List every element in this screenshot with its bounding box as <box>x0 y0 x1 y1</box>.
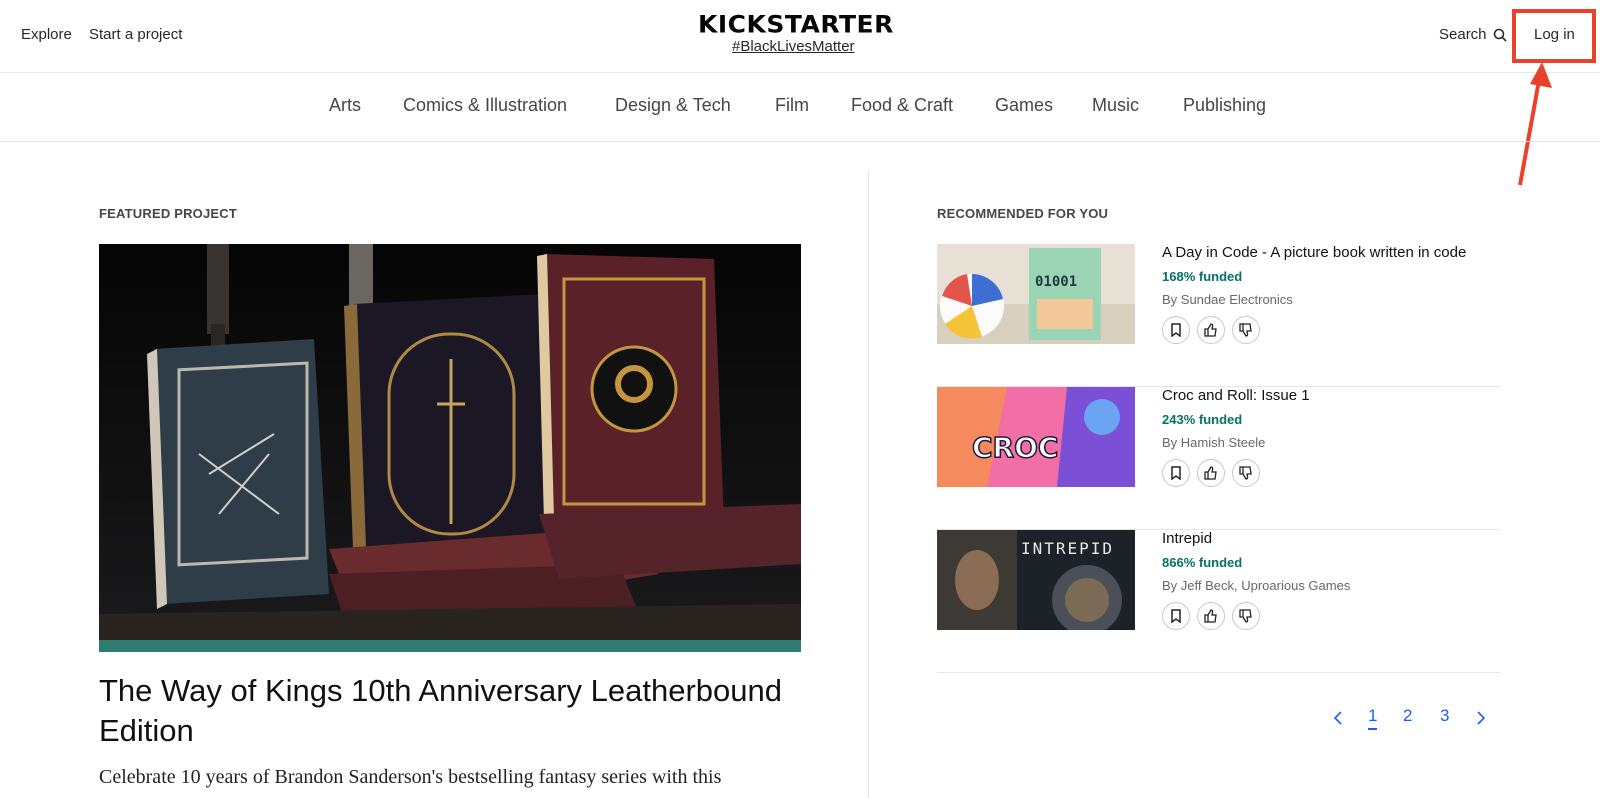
thumbs-down-button[interactable] <box>1232 316 1260 344</box>
thumbs-up-icon <box>1204 609 1217 623</box>
project-thumbnail[interactable]: 01001 <box>937 244 1135 344</box>
thumbs-down-button[interactable] <box>1232 459 1260 487</box>
thumbs-down-icon <box>1239 609 1252 623</box>
day-in-code-thumbnail-art: 01001 <box>937 244 1135 344</box>
search-icon <box>1493 28 1507 42</box>
project-thumbnail[interactable]: CROC <box>937 387 1135 487</box>
thumbs-up-icon <box>1204 323 1217 337</box>
project-creator: By Sundae Electronics <box>1162 292 1293 307</box>
page-2-button[interactable]: 2 <box>1403 706 1412 726</box>
code-text: 01001 <box>1035 274 1077 290</box>
featured-project-description: Celebrate 10 years of Brandon Sanderson'… <box>99 766 722 788</box>
thumbs-up-button[interactable] <box>1197 316 1225 344</box>
bookmark-button[interactable] <box>1162 316 1190 344</box>
project-actions <box>1162 459 1260 487</box>
featured-project-label: FEATURED PROJECT <box>99 206 238 221</box>
leatherbound-books-illustration <box>99 244 801 640</box>
recommended-project-item: INTREPID Intrepid 866% funded By Jeff Be… <box>937 530 1500 673</box>
bookmark-button[interactable] <box>1162 459 1190 487</box>
page-3-button[interactable]: 3 <box>1440 706 1449 726</box>
croc-text: CROC <box>972 431 1058 464</box>
project-actions <box>1162 602 1260 630</box>
project-creator: By Hamish Steele <box>1162 435 1266 450</box>
funded-percentage: 866% funded <box>1162 555 1243 570</box>
thumbs-down-icon <box>1239 466 1252 480</box>
featured-project-image[interactable] <box>99 244 801 652</box>
category-comics-illustration[interactable]: Comics & Illustration <box>403 95 567 116</box>
site-header: Explore Start a project KICKSTARTER #Bla… <box>0 0 1600 73</box>
thumbs-down-icon <box>1239 323 1252 337</box>
croc-and-roll-thumbnail-art: CROC <box>937 387 1135 487</box>
category-nav: Arts Comics & Illustration Design & Tech… <box>0 73 1600 142</box>
featured-project-title[interactable]: The Way of Kings 10th Anniversary Leathe… <box>99 671 801 751</box>
project-title[interactable]: Intrepid <box>1162 530 1212 547</box>
category-film[interactable]: Film <box>775 95 809 116</box>
thumbs-up-button[interactable] <box>1197 602 1225 630</box>
category-games[interactable]: Games <box>995 95 1053 116</box>
thumbs-up-button[interactable] <box>1197 459 1225 487</box>
page-1-button[interactable]: 1 <box>1368 706 1378 730</box>
bookmark-icon <box>1171 323 1181 337</box>
annotation-highlight-box <box>1512 9 1596 63</box>
bookmark-icon <box>1171 609 1181 623</box>
intrepid-text: INTREPID <box>1021 539 1114 558</box>
project-title[interactable]: A Day in Code - A picture book written i… <box>1162 244 1466 261</box>
recommended-project-item: CROC Croc and Roll: Issue 1 243% funded … <box>937 387 1500 530</box>
funded-percentage: 243% funded <box>1162 412 1243 427</box>
project-title[interactable]: Croc and Roll: Issue 1 <box>1162 387 1310 404</box>
project-thumbnail[interactable]: INTREPID <box>937 530 1135 630</box>
category-food-craft[interactable]: Food & Craft <box>851 95 953 116</box>
kickstarter-logo[interactable]: KICKSTARTER <box>698 11 894 39</box>
black-lives-matter-link[interactable]: #BlackLivesMatter <box>732 38 855 55</box>
chevron-left-icon[interactable] <box>1333 710 1343 726</box>
funded-percentage: 168% funded <box>1162 269 1243 284</box>
intrepid-thumbnail-art: INTREPID <box>937 530 1135 630</box>
column-divider <box>868 170 869 798</box>
thumbs-down-button[interactable] <box>1232 602 1260 630</box>
featured-progress-bar <box>99 640 801 652</box>
recommended-project-item: 01001 A Day in Code - A picture book wri… <box>937 244 1500 387</box>
category-design-tech[interactable]: Design & Tech <box>615 95 731 116</box>
category-publishing[interactable]: Publishing <box>1183 95 1266 116</box>
explore-link[interactable]: Explore <box>21 26 72 43</box>
search-label: Search <box>1439 26 1487 43</box>
start-project-link[interactable]: Start a project <box>89 26 182 43</box>
bookmark-button[interactable] <box>1162 602 1190 630</box>
project-creator: By Jeff Beck, Uproarious Games <box>1162 578 1351 593</box>
category-arts[interactable]: Arts <box>329 95 361 116</box>
chevron-right-icon[interactable] <box>1476 710 1486 726</box>
thumbs-up-icon <box>1204 466 1217 480</box>
recommended-label: RECOMMENDED FOR YOU <box>937 206 1109 221</box>
bookmark-icon <box>1171 466 1181 480</box>
search-button[interactable]: Search <box>1439 26 1507 43</box>
category-music[interactable]: Music <box>1092 95 1139 116</box>
project-actions <box>1162 316 1260 344</box>
